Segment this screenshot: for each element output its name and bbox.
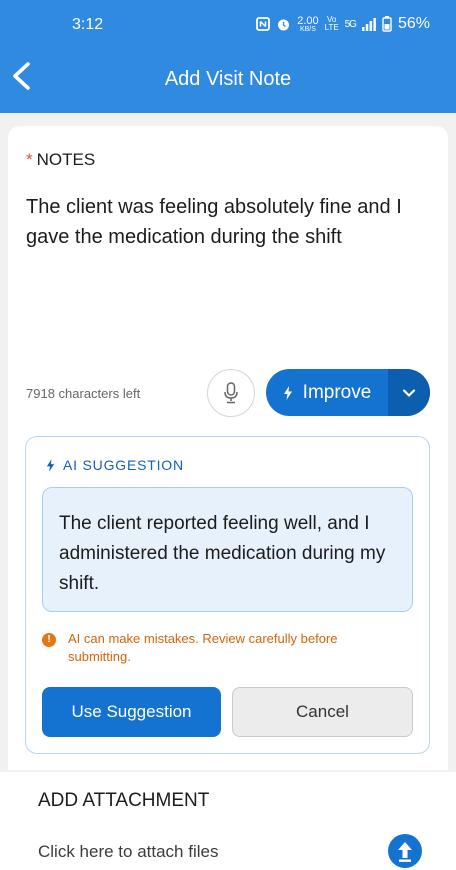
warning-icon: ! — [42, 633, 56, 647]
attachment-title: ADD ATTACHMENT — [38, 790, 210, 811]
voice-input-button[interactable] — [207, 369, 255, 417]
upload-icon — [388, 834, 422, 868]
ai-suggestion-title: AI SUGGESTION — [63, 457, 184, 473]
battery-percent: 56% — [397, 15, 430, 32]
nfc-icon — [256, 17, 271, 31]
network-type: Vo LTE — [324, 15, 339, 32]
network-speed: 2.00 KB/S — [297, 14, 319, 33]
status-time: 3:12 — [72, 16, 104, 33]
app-header: 3:12 2.00 KB/S Vo LTE 5G 56% Add Visit N… — [0, 0, 456, 113]
upload-button[interactable] — [388, 834, 422, 868]
suggestion-text: The client reported feeling well, and I … — [59, 513, 386, 594]
improve-label: Improve — [302, 381, 372, 403]
signal-label: 5G — [344, 18, 357, 30]
alarm-icon — [278, 19, 290, 30]
status-icons: 2.00 KB/S Vo LTE 5G 56% — [256, 15, 430, 33]
attach-files-link[interactable]: Click here to attach files — [38, 842, 218, 862]
improve-button-group: Improve — [266, 369, 430, 416]
required-marker: * — [26, 150, 33, 169]
chevron-down-icon — [402, 388, 416, 397]
page-title: Add Visit Note — [164, 68, 292, 90]
lightning-icon — [283, 385, 292, 400]
notes-textarea[interactable]: The client was feeling absolutely fine a… — [26, 192, 436, 252]
lightning-icon — [46, 458, 55, 472]
use-suggestion-button[interactable]: Use Suggestion — [42, 687, 221, 737]
improve-button[interactable]: Improve — [266, 369, 388, 416]
ai-suggestion-header: AI SUGGESTION — [46, 457, 184, 473]
signal-icon — [361, 17, 376, 31]
notes-label-text: NOTES — [36, 150, 96, 169]
microphone-icon — [224, 382, 238, 404]
cancel-button[interactable]: Cancel — [232, 687, 413, 737]
characters-left: 7918 characters left — [26, 386, 141, 401]
ai-warning-text: AI can make mistakes. Review carefully b… — [68, 631, 338, 664]
battery-icon — [382, 16, 392, 32]
notes-label: * NOTES — [26, 150, 95, 170]
